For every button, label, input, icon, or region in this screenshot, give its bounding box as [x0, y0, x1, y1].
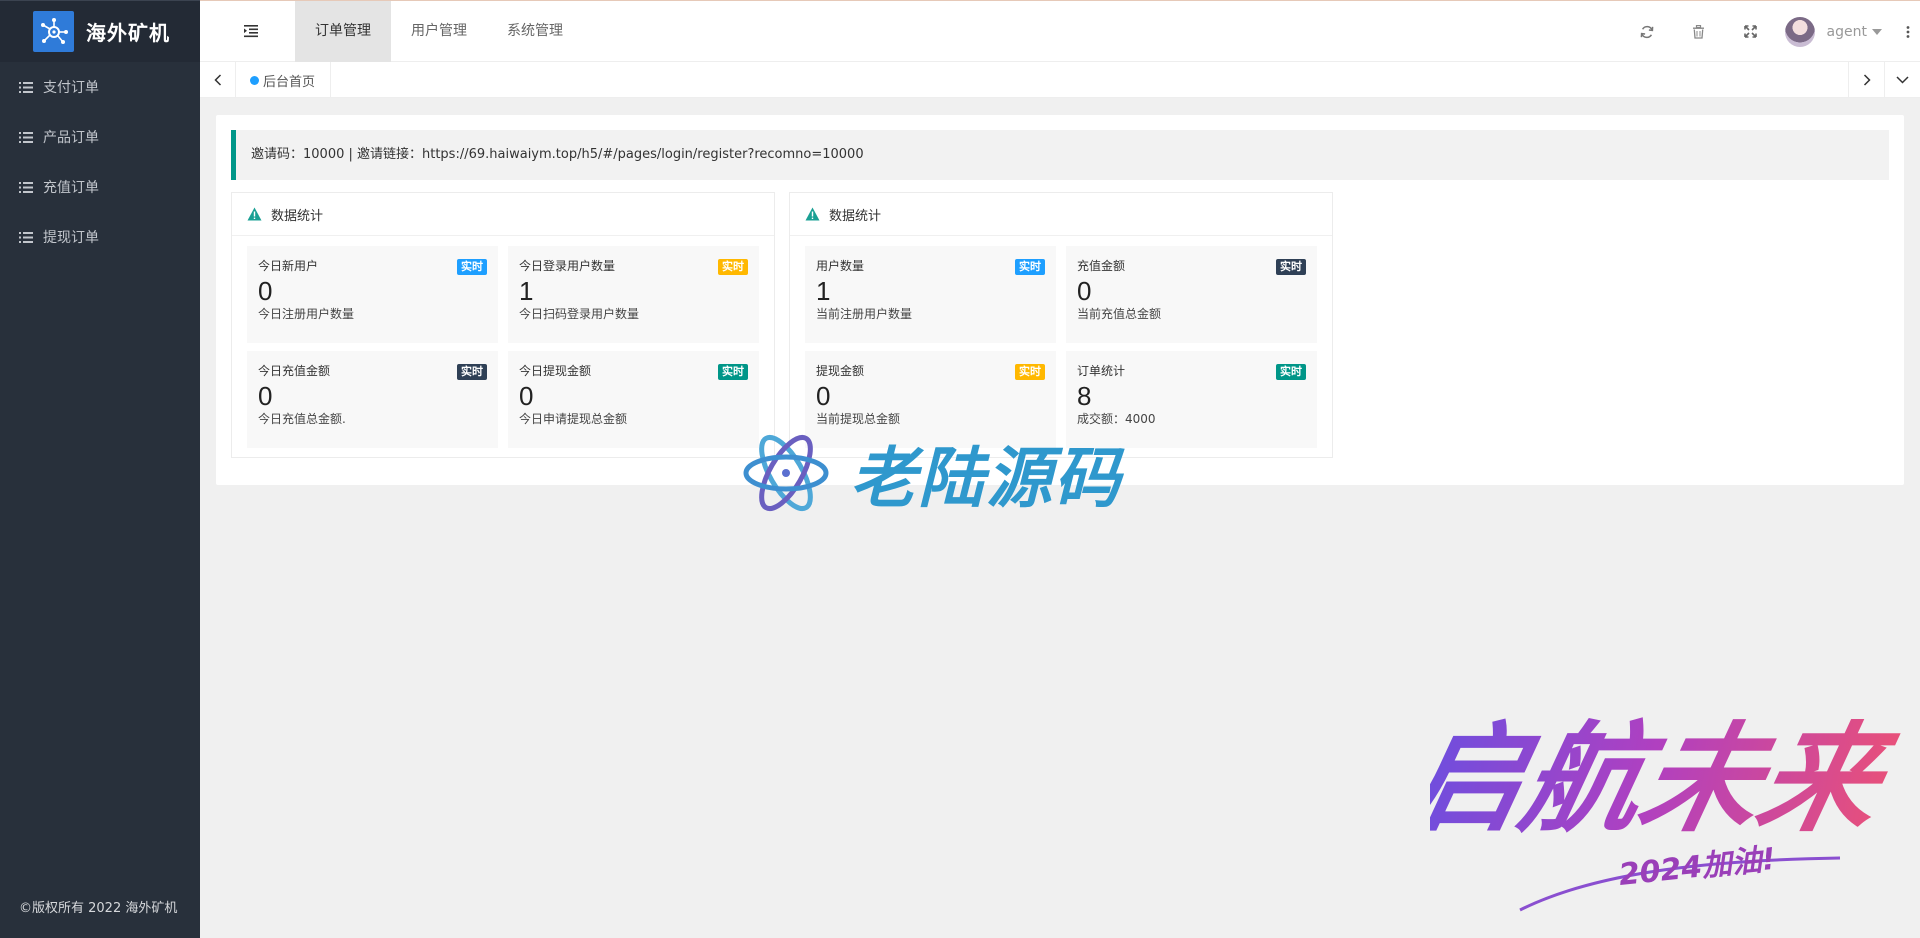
copyright: ©版权所有 2022 海外矿机: [19, 901, 178, 916]
stat-value: 1: [816, 276, 831, 306]
warning-icon: [805, 207, 820, 221]
sidebar-item-product-orders[interactable]: 产品订单: [0, 112, 200, 162]
tab-scroll-right-icon[interactable]: [1848, 62, 1884, 98]
stat-value: 0: [816, 381, 831, 411]
active-dot-icon: [250, 75, 259, 85]
logo-mark-icon: [33, 11, 74, 52]
watermark-center: 老陆源码: [742, 425, 1122, 521]
watermark-corner: 启航未来 2024加油!: [1430, 710, 1906, 912]
stat-card-today-new-users: 今日新用户 实时 0 今日注册用户数量: [247, 246, 498, 343]
fullscreen-icon[interactable]: [1725, 1, 1777, 62]
list-icon: [19, 181, 33, 193]
stat-card-today-withdraw: 今日提现金额 实时 0 今日申请提现总金额: [508, 351, 759, 448]
tab-home[interactable]: 后台首页: [236, 62, 332, 98]
stat-desc: 今日扫码登录用户数量: [519, 307, 640, 321]
app-logo[interactable]: 海外矿机: [0, 0, 200, 62]
stat-card-user-count: 用户数量 实时 1 当前注册用户数量: [805, 246, 1056, 343]
realtime-badge: 实时: [718, 364, 748, 380]
realtime-badge: 实时: [457, 259, 487, 275]
more-vertical-icon[interactable]: [1896, 1, 1920, 62]
user-menu[interactable]: agent: [1777, 1, 1896, 62]
sidebar: 海外矿机 支付订单 产品订单 充值订单 提现订单 ©版权所有 2022 海外矿机: [0, 0, 200, 938]
stat-title: 提现金额: [816, 364, 865, 378]
sidebar-item-pay-orders[interactable]: 支付订单: [0, 62, 200, 112]
stat-value: 8: [1077, 381, 1092, 411]
top-header: 订单管理 用户管理 系统管理 agent: [200, 0, 1920, 62]
stat-card-today-login-users: 今日登录用户数量 实时 1 今日扫码登录用户数量: [508, 246, 759, 343]
sidebar-menu: 支付订单 产品订单 充值订单 提现订单: [0, 62, 200, 262]
panel-title: 数据统计: [271, 208, 324, 224]
panel-header: 数据统计: [790, 193, 1332, 236]
stat-desc: 当前注册用户数量: [816, 307, 913, 321]
stat-value: 0: [258, 381, 273, 411]
list-icon: [19, 81, 33, 93]
app-name: 海外矿机: [86, 21, 170, 45]
stats-panel-today: 数据统计 今日新用户 实时 0 今日注册用户数量 今日登录用户数量 实时 1 今…: [231, 192, 775, 458]
panel-header: 数据统计: [232, 193, 774, 236]
realtime-badge: 实时: [1276, 259, 1306, 275]
realtime-badge: 实时: [1015, 259, 1045, 275]
top-nav-user-management[interactable]: 用户管理: [391, 1, 487, 62]
stat-desc: 当前充值总金额: [1077, 307, 1162, 321]
stats-panel-total: 数据统计 用户数量 实时 1 当前注册用户数量 充值金额 实时 0 当前充值总金…: [789, 192, 1333, 458]
stat-value: 0: [258, 276, 273, 306]
watermark-center-text: 老陆源码: [850, 440, 1122, 517]
avatar: [1784, 16, 1815, 47]
realtime-badge: 实时: [457, 364, 487, 380]
realtime-badge: 实时: [718, 259, 748, 275]
panel-title: 数据统计: [829, 208, 882, 224]
stat-value: 0: [1077, 276, 1092, 306]
tab-label: 后台首页: [263, 74, 316, 90]
top-nav: 订单管理 用户管理 系统管理: [295, 1, 583, 62]
stat-card-today-recharge: 今日充值金额 实时 0 今日充值总金额.: [247, 351, 498, 448]
watermark-corner-subtext: 2024加油!: [1617, 842, 1777, 893]
stat-title: 今日充值金额: [258, 364, 331, 378]
sidebar-item-label: 充值订单: [43, 180, 99, 196]
sidebar-item-withdraw-orders[interactable]: 提现订单: [0, 212, 200, 262]
header-tools: agent: [1621, 1, 1920, 62]
refresh-icon[interactable]: [1621, 1, 1673, 62]
sidebar-item-recharge-orders[interactable]: 充值订单: [0, 162, 200, 212]
top-nav-system-management[interactable]: 系统管理: [487, 1, 583, 62]
stat-title: 今日登录用户数量: [519, 259, 616, 273]
stat-title: 订单统计: [1077, 364, 1126, 378]
page-tabs-bar: 后台首页: [200, 62, 1920, 98]
stat-value: 0: [519, 381, 534, 411]
trash-icon[interactable]: [1673, 1, 1725, 62]
invite-banner: 邀请码：10000 | 邀请链接：https://69.haiwaiym.top…: [231, 130, 1889, 180]
warning-icon: [247, 207, 262, 221]
sidebar-item-label: 提现订单: [43, 230, 99, 246]
watermark-corner-text: 启航未来: [1430, 710, 1906, 848]
sidebar-item-label: 支付订单: [43, 80, 99, 96]
realtime-badge: 实时: [1015, 364, 1045, 380]
sidebar-toggle-icon[interactable]: [244, 24, 258, 38]
stat-card-recharge-amount: 充值金额 实时 0 当前充值总金额: [1066, 246, 1317, 343]
top-nav-order-management[interactable]: 订单管理: [295, 1, 391, 62]
stat-title: 用户数量: [816, 259, 865, 273]
atom-logo-icon: [743, 434, 829, 512]
caret-down-icon: [1872, 28, 1882, 35]
tab-options-chevron-down-icon[interactable]: [1884, 62, 1920, 98]
stat-desc: 今日注册用户数量: [258, 307, 355, 321]
list-icon: [19, 231, 33, 243]
username: agent: [1826, 23, 1867, 40]
stat-title: 今日提现金额: [519, 364, 592, 378]
stat-title: 充值金额: [1077, 259, 1126, 273]
sidebar-item-label: 产品订单: [43, 130, 99, 146]
stat-desc: 今日充值总金额.: [258, 412, 346, 426]
list-icon: [19, 131, 33, 143]
stat-desc: 今日申请提现总金额: [519, 412, 628, 426]
tab-scroll-left-icon[interactable]: [200, 62, 236, 98]
stat-value: 1: [519, 276, 534, 306]
stat-title: 今日新用户: [258, 259, 319, 273]
realtime-badge: 实时: [1276, 364, 1306, 380]
